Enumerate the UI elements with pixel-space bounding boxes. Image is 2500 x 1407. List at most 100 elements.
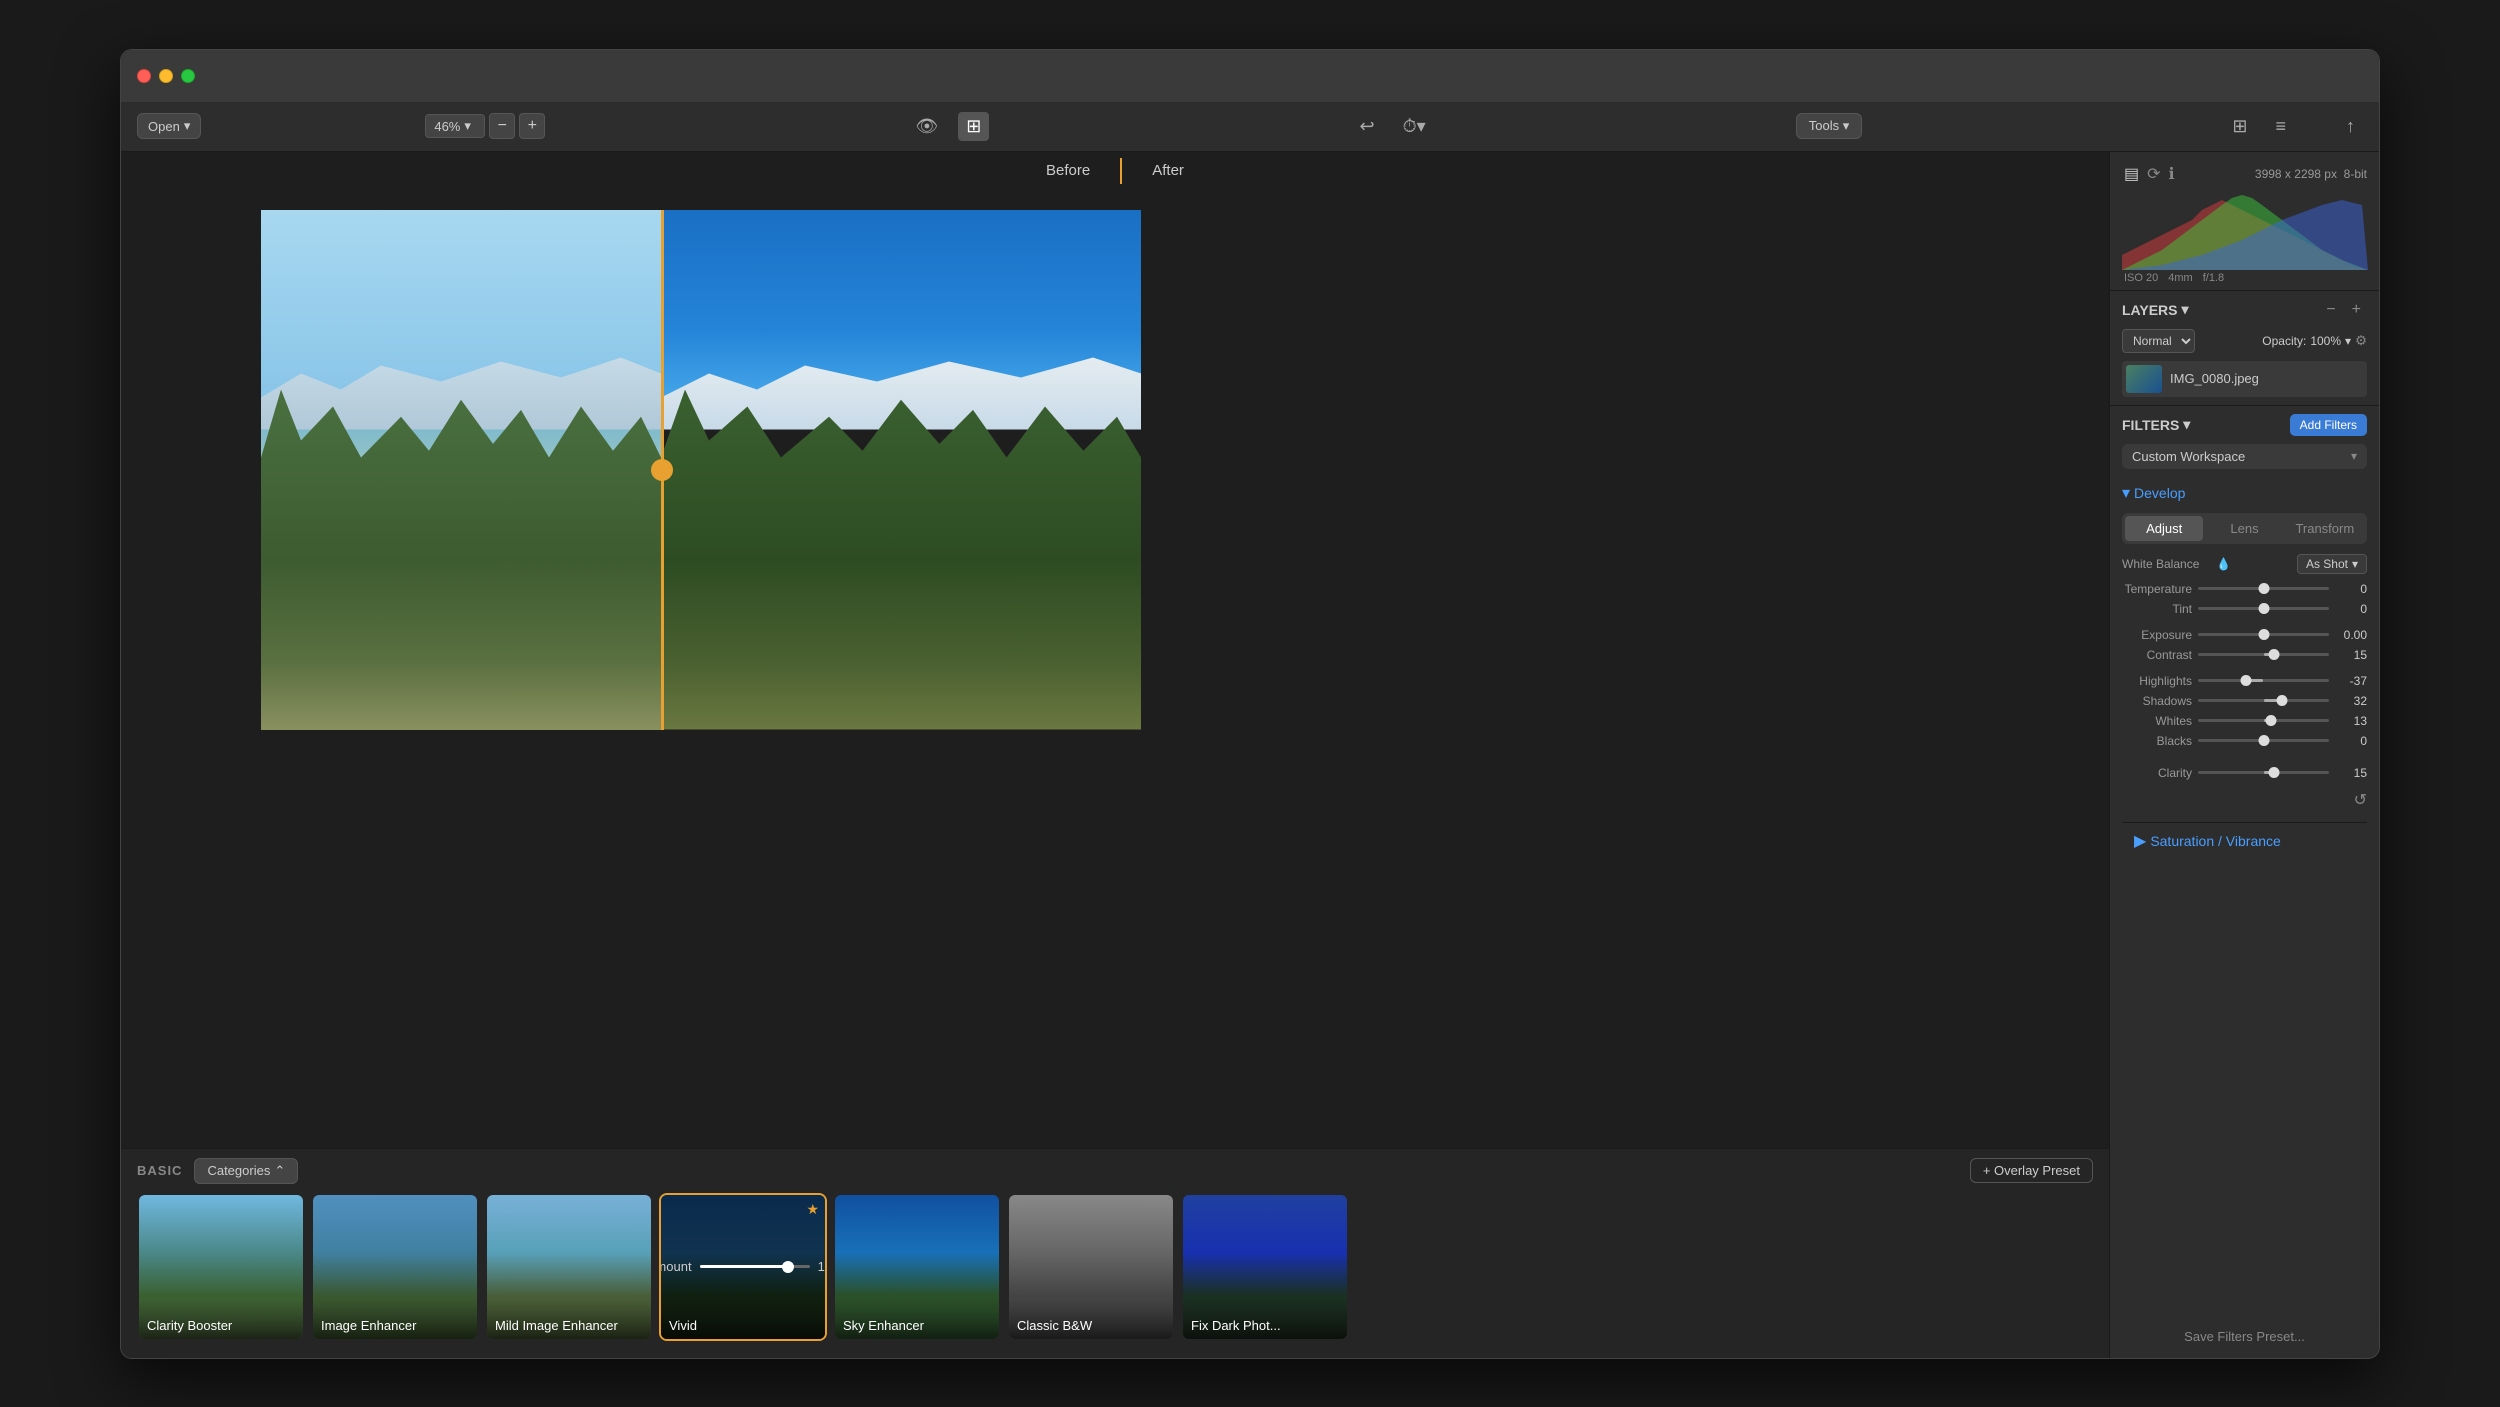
blacks-thumb[interactable] (2258, 735, 2269, 746)
workspace-selector[interactable]: Custom Workspace ▾ (2122, 444, 2367, 469)
sliders-icon: ≡ (2275, 116, 2286, 137)
compare-labels: Before After (121, 152, 2109, 190)
tint-label: Tint (2122, 602, 2192, 616)
tab-transform[interactable]: Transform (2286, 516, 2364, 541)
export-button[interactable]: ↑ (2338, 112, 2363, 141)
tab-adjust[interactable]: Adjust (2125, 516, 2203, 541)
develop-header[interactable]: ▾ Develop (2122, 479, 2367, 507)
reset-area: ↺ (2122, 786, 2367, 814)
whites-thumb[interactable] (2266, 715, 2277, 726)
filters-header: FILTERS ▾ Add Filters (2122, 414, 2367, 436)
shadows-label: Shadows (2122, 694, 2192, 708)
categories-button[interactable]: Categories ⌃ (194, 1158, 298, 1184)
open-button[interactable]: Open ▾ (137, 113, 201, 139)
temperature-thumb[interactable] (2258, 583, 2269, 594)
layers-add-button[interactable]: + (2346, 299, 2367, 321)
blacks-track[interactable] (2198, 739, 2329, 742)
histogram-mode-button[interactable]: ⟳ (2145, 162, 2162, 186)
grid-view-button[interactable]: ⊞ (2224, 112, 2255, 141)
shadows-slider-row: Shadows 32 (2122, 694, 2367, 708)
layers-title: LAYERS ▾ (2122, 301, 2189, 318)
preset-sky-enhancer[interactable]: Sky Enhancer (833, 1193, 1001, 1341)
preset-clarity-booster[interactable]: Clarity Booster (137, 1193, 305, 1341)
clarity-track[interactable] (2198, 771, 2329, 774)
develop-title: Develop (2134, 485, 2185, 501)
zoom-increase-button[interactable]: + (519, 113, 545, 139)
zoom-value-display: 46% ▾ (425, 114, 485, 138)
add-filters-button[interactable]: Add Filters (2290, 414, 2367, 436)
preset-classic-bw[interactable]: Classic B&W (1007, 1193, 1175, 1341)
shadows-thumb[interactable] (2276, 695, 2287, 706)
history-button[interactable]: ⏱ ▾ (1395, 112, 1434, 141)
fullscreen-button[interactable] (181, 69, 195, 83)
compare-view-button[interactable]: ⊞ (958, 112, 989, 141)
tint-value: 0 (2335, 602, 2367, 616)
tools-button[interactable]: Tools ▾ (1796, 113, 1863, 139)
image-container (261, 210, 1141, 730)
exposure-track[interactable] (2198, 633, 2329, 636)
histogram-chart (2122, 190, 2368, 270)
preset-mild-image-enhancer[interactable]: Mild Image Enhancer (485, 1193, 653, 1341)
amount-slider-thumb[interactable] (782, 1261, 794, 1273)
split-handle[interactable] (651, 459, 673, 481)
whites-label: Whites (2122, 714, 2192, 728)
develop-section: ▾ Develop Adjust Lens Transform White Ba… (2122, 479, 2367, 814)
tint-track[interactable] (2198, 607, 2329, 610)
presets-header: BASIC Categories ⌃ + Overlay Preset (121, 1149, 2109, 1193)
preset-label: Mild Image Enhancer (487, 1298, 651, 1339)
overlay-preset-button[interactable]: + Overlay Preset (1970, 1158, 2093, 1183)
whites-slider-row: Whites 13 (2122, 714, 2367, 728)
whites-track[interactable] (2198, 719, 2329, 722)
eye-icon: 👁 (915, 116, 938, 137)
save-filters-preset-button[interactable]: Save Filters Preset... (2122, 1323, 2367, 1350)
histogram-info-button[interactable]: ℹ (2167, 162, 2177, 186)
exposure-value: 0.00 (2335, 628, 2367, 642)
preset-fix-dark-photo[interactable]: Fix Dark Phot... (1181, 1193, 1349, 1341)
adjustments-button[interactable]: ≡ (2267, 112, 2294, 141)
minimize-button[interactable] (159, 69, 173, 83)
close-button[interactable] (137, 69, 151, 83)
preset-label: Clarity Booster (139, 1298, 303, 1339)
histogram-view-button[interactable]: ▤ (2122, 162, 2141, 186)
histogram-meta: ▤ ⟳ ℹ 3998 x 2298 px 8-bit (2122, 162, 2367, 186)
contrast-track[interactable] (2198, 653, 2329, 656)
canvas-area: Before After (121, 152, 2109, 1358)
zoom-decrease-button[interactable]: − (489, 113, 515, 139)
highlights-label: Highlights (2122, 674, 2192, 688)
right-panel: ▤ ⟳ ℹ 3998 x 2298 px 8-bit (2109, 152, 2379, 1358)
highlights-thumb[interactable] (2241, 675, 2252, 686)
contrast-thumb[interactable] (2268, 649, 2279, 660)
zoom-control: 46% ▾ − + (425, 113, 545, 139)
tab-lens[interactable]: Lens (2205, 516, 2283, 541)
tint-thumb[interactable] (2258, 603, 2269, 614)
layers-minimize-button[interactable]: − (2320, 299, 2341, 321)
layers-section: LAYERS ▾ − + Normal Opacity: 100% (2110, 291, 2379, 406)
clarity-thumb[interactable] (2268, 767, 2279, 778)
before-label: Before (1016, 156, 1120, 185)
temperature-track[interactable] (2198, 587, 2329, 590)
undo-button[interactable]: ↩ (1351, 112, 1382, 141)
contrast-slider-row: Contrast 15 (2122, 648, 2367, 662)
white-balance-selector[interactable]: As Shot ▾ (2297, 554, 2367, 574)
exposure-thumb[interactable] (2258, 629, 2269, 640)
reset-button[interactable]: ↺ (2354, 790, 2367, 810)
shadows-track[interactable] (2198, 699, 2329, 702)
layer-settings-button[interactable]: ⚙ (2355, 333, 2367, 349)
layer-item[interactable]: IMG_0080.jpeg (2122, 361, 2367, 397)
eyedropper-icon: 💧 (2216, 557, 2231, 571)
preset-vivid[interactable]: Amount 100 Vivid ★ (659, 1193, 827, 1341)
highlights-track[interactable] (2198, 679, 2329, 682)
blend-mode-select[interactable]: Normal (2122, 329, 2195, 353)
grid-icon: ⊞ (2232, 116, 2247, 137)
amount-slider[interactable] (700, 1265, 810, 1268)
main-content: Before After (121, 152, 2379, 1358)
chevron-down-icon: ▾ (2345, 334, 2351, 348)
saturation-header[interactable]: ▶ Saturation / Vibrance (2134, 831, 2355, 851)
preset-image-enhancer[interactable]: Image Enhancer (311, 1193, 479, 1341)
app-window: Open ▾ 46% ▾ − + 👁 ⊞ ↩ ⏱ ▾ Tools (120, 49, 2380, 1359)
before-trees (261, 390, 661, 730)
amount-slider-fill (700, 1265, 788, 1268)
split-divider[interactable] (661, 210, 664, 730)
preview-toggle-button[interactable]: 👁 (907, 112, 946, 141)
split-view-icon: ⊞ (966, 116, 981, 137)
